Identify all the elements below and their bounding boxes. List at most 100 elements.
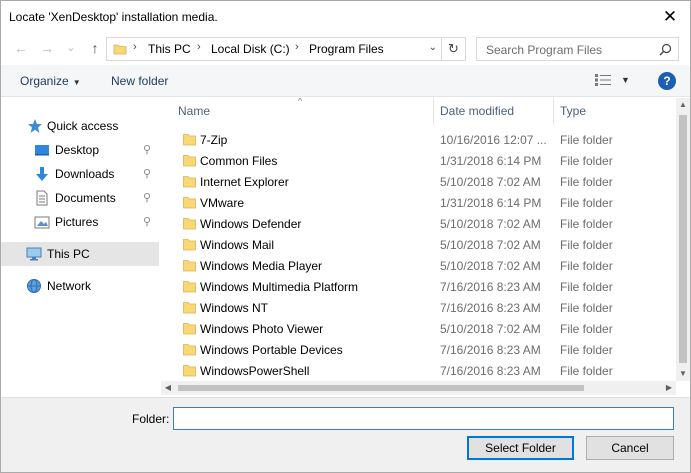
folder-icon — [183, 365, 196, 377]
recent-locations-chevron-icon[interactable]: ⌄ — [63, 39, 79, 57]
column-header-date[interactable]: Date modified — [440, 104, 514, 118]
table-row[interactable]: Windows NT 7/16/2016 8:23 AM File folder — [161, 297, 676, 318]
desktop-icon — [35, 145, 49, 156]
file-type: File folder — [560, 217, 613, 231]
search-box[interactable]: Search Program Files — [476, 37, 679, 61]
folder-icon — [183, 302, 196, 314]
sidebar-item-documents[interactable]: Documents ⚲ — [1, 186, 159, 210]
table-row[interactable]: Windows Portable Devices 7/16/2016 8:23 A… — [161, 339, 676, 360]
file-date-modified: 7/16/2016 8:23 AM — [440, 364, 541, 378]
forward-arrow-icon[interactable]: → — [39, 39, 55, 57]
breadcrumb-this-pc[interactable]: This PC — [148, 42, 191, 56]
sidebar-item-pictures[interactable]: Pictures ⚲ — [1, 210, 159, 234]
picture-icon — [34, 216, 50, 229]
file-type: File folder — [560, 343, 613, 357]
file-type: File folder — [560, 196, 613, 210]
cancel-button[interactable]: Cancel — [586, 436, 674, 460]
address-dropdown-icon[interactable]: ⌄ — [429, 42, 437, 53]
help-icon[interactable]: ? — [658, 72, 676, 90]
table-row[interactable]: Windows Media Player 5/10/2018 7:02 AM Fil… — [161, 255, 676, 276]
folder-field-label: Folder: — [132, 412, 170, 426]
file-date-modified: 7/16/2016 8:23 AM — [440, 280, 541, 294]
file-date-modified: 5/10/2018 7:02 AM — [440, 259, 541, 273]
column-headers: ^ Name Date modified Type — [161, 98, 676, 125]
column-header-type[interactable]: Type — [560, 104, 586, 118]
breadcrumb-program-files[interactable]: Program Files — [309, 42, 384, 56]
table-row[interactable]: VMware 1/31/2018 6:14 PM File folder — [161, 192, 676, 213]
table-row[interactable]: Windows Photo Viewer 5/10/2018 7:02 AM Fil… — [161, 318, 676, 339]
file-name: Windows Media Player — [200, 259, 323, 273]
table-row[interactable]: Windows Defender 5/10/2018 7:02 AM File fo… — [161, 213, 676, 234]
file-type: File folder — [560, 175, 613, 189]
column-divider[interactable] — [433, 98, 434, 125]
new-folder-button[interactable]: New folder — [111, 74, 168, 88]
sidebar-item-label: Pictures — [55, 215, 99, 229]
organize-label: Organize — [20, 74, 69, 88]
file-date-modified: 7/16/2016 8:23 AM — [440, 301, 541, 315]
sidebar-item-network[interactable]: Network — [1, 274, 159, 298]
file-type: File folder — [560, 259, 613, 273]
sidebar-item-quick-access[interactable]: Quick access — [1, 114, 159, 138]
table-row[interactable]: Windows Mail 5/10/2018 7:02 AM File folder — [161, 234, 676, 255]
file-date-modified: 1/31/2018 6:14 PM — [440, 154, 542, 168]
address-bar[interactable]: › This PC › Local Disk (C:) › Program Fi… — [106, 37, 466, 61]
file-name: VMware — [200, 196, 245, 210]
folder-icon — [183, 323, 196, 335]
title-bar: Locate 'XenDesktop' installation media. … — [1, 1, 690, 33]
table-row[interactable]: 7-Zip 10/16/2016 12:07 ... File folder — [161, 129, 676, 150]
close-icon[interactable]: ✕ — [660, 7, 680, 27]
table-row[interactable]: WindowsPowerShell 7/16/2016 8:23 AM File f… — [161, 360, 676, 381]
file-date-modified: 5/10/2018 7:02 AM — [440, 217, 541, 231]
breadcrumb-separator: › — [197, 41, 201, 53]
download-arrow-icon — [36, 167, 48, 181]
vertical-scrollbar[interactable]: ▲ ▼ — [676, 98, 690, 381]
folder-name-input[interactable] — [173, 407, 674, 430]
horizontal-scrollbar[interactable]: ◀ ▶ — [161, 381, 676, 395]
view-options-icon[interactable] — [595, 74, 611, 86]
view-dropdown-icon[interactable]: ▼ — [621, 75, 630, 85]
file-name: Windows Photo Viewer — [200, 322, 324, 336]
folder-icon — [183, 260, 196, 272]
sidebar-item-label: Desktop — [55, 143, 100, 157]
command-toolbar: Organize ▼ New folder ▼ ? — [1, 65, 690, 97]
table-row[interactable]: Windows Multimedia Platform 7/16/2016 8:2… — [161, 276, 676, 297]
back-arrow-icon[interactable]: ← — [13, 39, 29, 57]
pin-icon[interactable]: ⚲ — [143, 143, 151, 156]
refresh-icon[interactable]: ↻ — [441, 38, 465, 60]
scroll-right-icon[interactable]: ▶ — [662, 381, 676, 395]
scroll-left-icon[interactable]: ◀ — [161, 381, 175, 395]
monitor-icon — [26, 247, 42, 261]
sidebar-item-downloads[interactable]: Downloads ⚲ — [1, 162, 159, 186]
breadcrumb-local-disk[interactable]: Local Disk (C:) — [211, 42, 290, 56]
file-type: File folder — [560, 133, 613, 147]
select-folder-button[interactable]: Select Folder — [467, 436, 574, 460]
pin-icon[interactable]: ⚲ — [143, 191, 151, 204]
folder-icon — [183, 344, 196, 356]
file-name: Internet Explorer — [200, 175, 289, 189]
file-list: ^ Name Date modified Type 7-Zip 10/16/201… — [161, 98, 676, 381]
file-name: Windows NT — [200, 301, 269, 315]
column-divider[interactable] — [553, 98, 554, 125]
pin-icon[interactable]: ⚲ — [143, 215, 151, 228]
scroll-down-icon[interactable]: ▼ — [676, 367, 690, 381]
folder-picker-dialog: Locate 'XenDesktop' installation media. … — [0, 0, 691, 473]
sidebar-item-this-pc[interactable]: This PC — [1, 242, 159, 266]
sidebar-item-desktop[interactable]: Desktop ⚲ — [1, 138, 159, 162]
navigation-bar: ← → ⌄ ↑ › This PC › Local Disk (C:) › Pr… — [1, 35, 690, 63]
file-date-modified: 10/16/2016 12:07 ... — [440, 133, 547, 147]
scrollbar-thumb[interactable] — [178, 385, 584, 391]
pin-icon[interactable]: ⚲ — [143, 167, 151, 180]
organize-menu-button[interactable]: Organize ▼ — [20, 74, 81, 88]
scrollbar-thumb[interactable] — [679, 115, 687, 363]
folder-icon — [183, 239, 196, 251]
scroll-up-icon[interactable]: ▲ — [676, 98, 690, 112]
folder-icon — [183, 176, 196, 188]
column-header-name[interactable]: Name — [178, 104, 210, 118]
table-row[interactable]: Common Files 1/31/2018 6:14 PM File folder — [161, 150, 676, 171]
folder-icon — [183, 197, 196, 209]
file-type: File folder — [560, 364, 613, 378]
file-name: Windows Multimedia Platform — [200, 280, 359, 294]
table-row[interactable]: Internet Explorer 5/10/2018 7:02 AM File f… — [161, 171, 676, 192]
up-arrow-icon[interactable]: ↑ — [87, 39, 103, 57]
network-icon — [27, 279, 41, 293]
